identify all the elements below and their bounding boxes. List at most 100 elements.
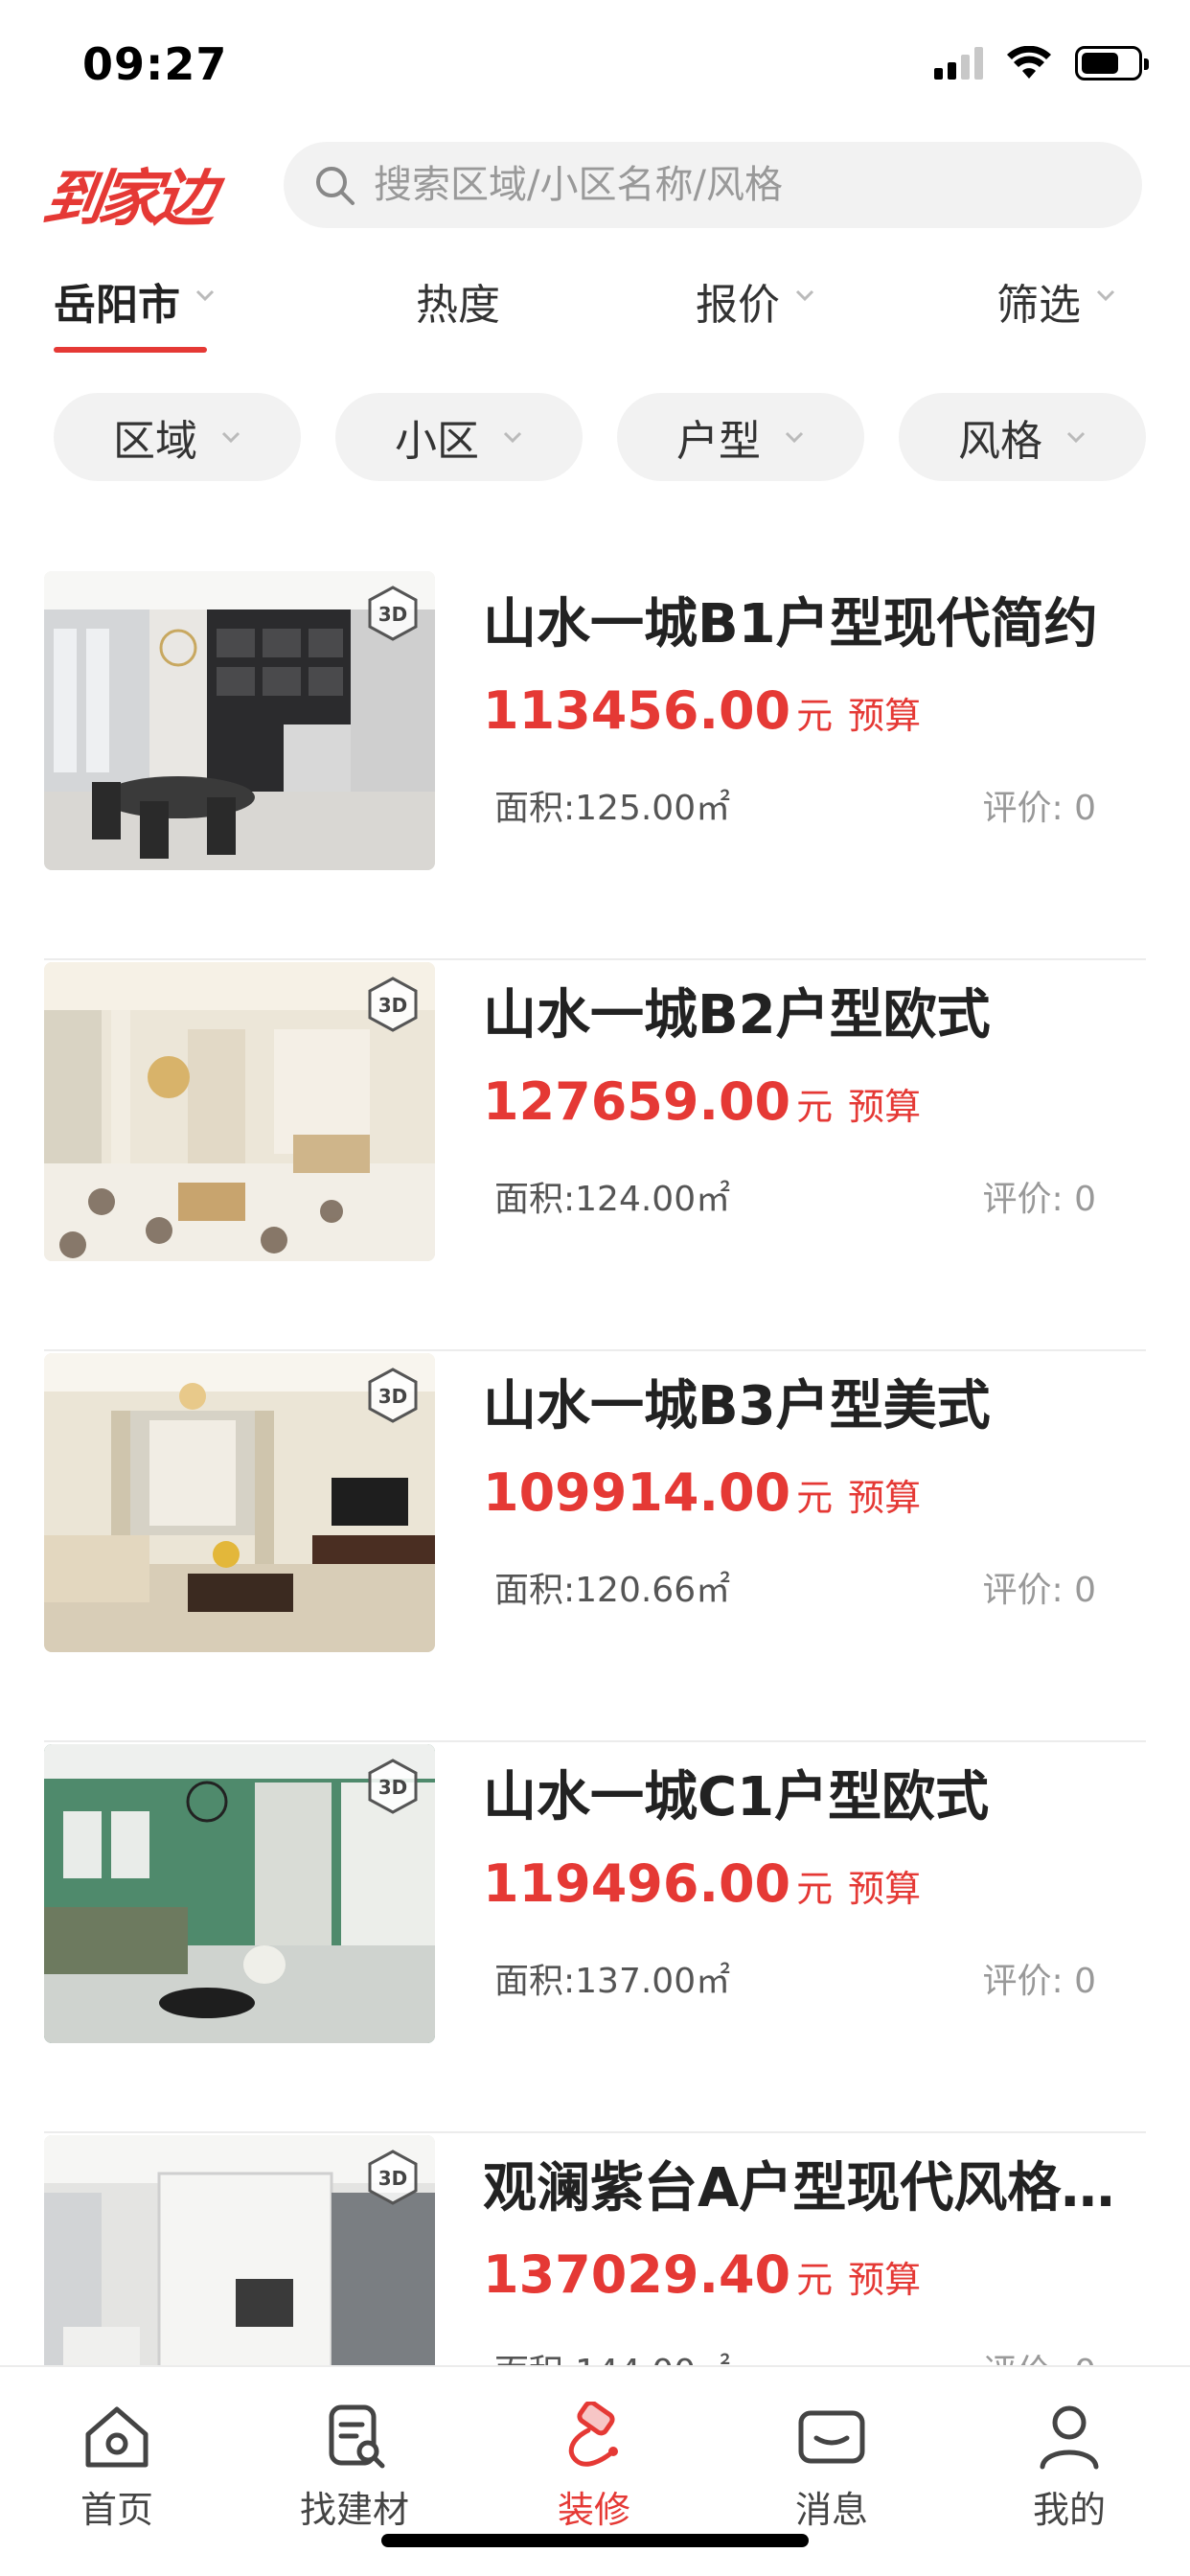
listing-thumbnail[interactable]: 3D bbox=[44, 571, 435, 870]
chevron-down-icon bbox=[785, 431, 804, 444]
app-logo[interactable]: 到家边 bbox=[38, 150, 217, 238]
tab-popularity[interactable]: 热度 bbox=[416, 270, 500, 356]
svg-text:3D: 3D bbox=[378, 1776, 408, 1799]
svg-text:3D: 3D bbox=[378, 603, 408, 626]
listing-card[interactable]: 3D 山水一城C1户型欧式 119496.00 元 预算 面积:137.00㎡ … bbox=[0, 1742, 1190, 2133]
budget-label: 预算 bbox=[848, 2259, 922, 2301]
listing-price-row: 119496.00 元 预算 bbox=[483, 1853, 921, 1914]
listing-rating: 评价: 0 bbox=[982, 1571, 1096, 1610]
listing-area: 面积:124.00㎡ bbox=[494, 1180, 731, 1219]
tab-materials-label: 找建材 bbox=[299, 2489, 409, 2531]
listing-area: 面积:120.66㎡ bbox=[494, 1571, 731, 1610]
tab-decoration-label: 装修 bbox=[557, 2489, 630, 2531]
listing-title: 山水一城B3户型美式 bbox=[483, 1375, 991, 1438]
chevron-down-icon bbox=[221, 431, 240, 444]
budget-label: 预算 bbox=[848, 1086, 922, 1128]
chevron-down-icon bbox=[795, 289, 814, 302]
status-bar: 09:27 bbox=[0, 0, 1190, 129]
decoration-icon bbox=[568, 2402, 618, 2467]
listing-rating: 评价: 0 bbox=[982, 789, 1096, 828]
tab-messages-label: 消息 bbox=[794, 2489, 868, 2531]
tab-profile[interactable]: 我的 bbox=[993, 2402, 1146, 2533]
listing-area: 面积:125.00㎡ bbox=[494, 789, 731, 828]
svg-text:3D: 3D bbox=[378, 994, 408, 1017]
battery-icon bbox=[1075, 46, 1149, 80]
chip-layout-label: 户型 bbox=[676, 417, 761, 466]
profile-icon bbox=[1040, 2405, 1099, 2470]
3d-badge-icon: 3D bbox=[368, 586, 418, 641]
price-unit: 元 bbox=[796, 1477, 834, 1519]
tab-price[interactable]: 报价 bbox=[696, 270, 816, 356]
tab-price-label: 报价 bbox=[696, 281, 780, 330]
listing-price: 113456.00 bbox=[483, 680, 791, 741]
listing-title: 山水一城B2户型欧式 bbox=[483, 984, 991, 1046]
search-icon bbox=[316, 167, 355, 205]
price-unit: 元 bbox=[796, 1086, 834, 1128]
3d-badge-icon: 3D bbox=[368, 1368, 418, 1423]
chip-layout[interactable]: 户型 bbox=[617, 393, 864, 481]
chip-community[interactable]: 小区 bbox=[335, 393, 583, 481]
chip-community-label: 小区 bbox=[395, 417, 479, 466]
tab-filter[interactable]: 筛选 bbox=[996, 270, 1117, 356]
wifi-icon bbox=[1007, 46, 1051, 79]
3d-badge-icon: 3D bbox=[368, 977, 418, 1032]
header: 到家边 bbox=[0, 142, 1190, 235]
listing-thumbnail[interactable]: 3D bbox=[44, 1353, 435, 1652]
budget-label: 预算 bbox=[848, 1477, 922, 1519]
3d-badge-icon: 3D bbox=[368, 1759, 418, 1814]
listing-card[interactable]: 3D 山水一城B2户型欧式 127659.00 元 预算 面积:124.00㎡ … bbox=[0, 960, 1190, 1351]
listing-title: 观澜紫台A户型现代风格… bbox=[483, 2157, 1115, 2220]
listing-rating: 评价: 0 bbox=[982, 1180, 1096, 1219]
listing-card[interactable]: 3D 山水一城B3户型美式 109914.00 元 预算 面积:120.66㎡ … bbox=[0, 1351, 1190, 1742]
search-input[interactable] bbox=[374, 163, 1121, 207]
tab-materials[interactable]: 找建材 bbox=[278, 2402, 431, 2533]
chevron-down-icon bbox=[195, 289, 215, 302]
search-bar[interactable] bbox=[284, 142, 1142, 228]
active-tab-indicator bbox=[54, 347, 207, 353]
listing-price: 137029.40 bbox=[483, 2244, 791, 2305]
svg-text:3D: 3D bbox=[378, 1385, 408, 1408]
listing-title: 山水一城C1户型欧式 bbox=[483, 1766, 990, 1828]
listing-price: 109914.00 bbox=[483, 1462, 791, 1523]
materials-search-icon bbox=[329, 2404, 385, 2469]
home-indicator[interactable] bbox=[381, 2534, 809, 2547]
chip-district[interactable]: 区域 bbox=[54, 393, 301, 481]
tab-decoration[interactable]: 装修 bbox=[517, 2402, 671, 2533]
filter-tabs: 岳阳市 热度 报价 筛选 bbox=[0, 270, 1190, 356]
tab-messages[interactable]: 消息 bbox=[755, 2402, 908, 2533]
chevron-down-icon bbox=[1066, 431, 1086, 444]
budget-label: 预算 bbox=[848, 695, 922, 737]
budget-label: 预算 bbox=[848, 1868, 922, 1910]
listing-price: 127659.00 bbox=[483, 1071, 791, 1132]
home-icon bbox=[85, 2406, 149, 2468]
chip-style[interactable]: 风格 bbox=[899, 393, 1146, 481]
svg-text:3D: 3D bbox=[378, 2167, 408, 2190]
chevron-down-icon bbox=[1096, 289, 1115, 302]
price-unit: 元 bbox=[796, 695, 834, 737]
chip-style-label: 风格 bbox=[958, 417, 1042, 466]
tab-home[interactable]: 首页 bbox=[40, 2402, 194, 2533]
listing-card[interactable]: 3D 山水一城B1户型现代简约 113456.00 元 预算 面积:125.00… bbox=[0, 569, 1190, 960]
tab-home-label: 首页 bbox=[80, 2489, 153, 2531]
3d-badge-icon: 3D bbox=[368, 2150, 418, 2205]
tab-profile-label: 我的 bbox=[1032, 2489, 1106, 2531]
tab-filter-label: 筛选 bbox=[996, 281, 1081, 330]
price-unit: 元 bbox=[796, 2259, 834, 2301]
chip-district-label: 区域 bbox=[113, 417, 197, 466]
tab-popularity-label: 热度 bbox=[416, 281, 500, 330]
listing-area: 面积:137.00㎡ bbox=[494, 1962, 731, 2001]
listing-thumbnail[interactable]: 3D bbox=[44, 962, 435, 1261]
filter-chips: 区域 小区 户型 风格 bbox=[0, 393, 1190, 483]
listing-price-row: 137029.40 元 预算 bbox=[483, 2244, 921, 2305]
status-time: 09:27 bbox=[82, 38, 228, 90]
listing-price-row: 109914.00 元 预算 bbox=[483, 1462, 921, 1523]
tab-city-label: 岳阳市 bbox=[54, 281, 180, 330]
listing-price-row: 113456.00 元 预算 bbox=[483, 680, 921, 741]
chevron-down-icon bbox=[503, 431, 522, 444]
listing-thumbnail[interactable]: 3D bbox=[44, 1744, 435, 2043]
tab-city[interactable]: 岳阳市 bbox=[54, 270, 217, 356]
page: 09:27 到家边 岳阳市 bbox=[0, 0, 1190, 2576]
listing-rating: 评价: 0 bbox=[982, 1962, 1096, 2001]
message-icon bbox=[798, 2410, 865, 2464]
price-unit: 元 bbox=[796, 1868, 834, 1910]
